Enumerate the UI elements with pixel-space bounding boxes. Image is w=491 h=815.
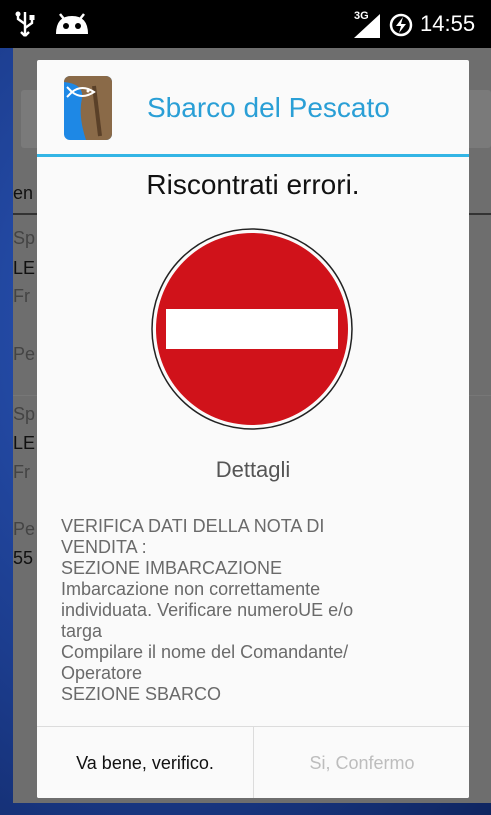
app-logo-icon <box>64 76 112 140</box>
message-line: targa <box>61 621 103 641</box>
status-bar: 3G 14:55 <box>0 0 491 48</box>
clock: 14:55 <box>420 11 476 36</box>
usb-icon <box>15 11 35 37</box>
background-text: Pe <box>13 519 36 539</box>
network-type: 3G <box>354 10 369 22</box>
background-text: Sp <box>13 228 36 248</box>
details-label: Dettagli <box>215 457 291 482</box>
error-dialog: Sbarco del Pescato Riscontrati errori. D… <box>37 60 469 798</box>
message-line: SEZIONE IMBARCAZIONE <box>61 558 283 578</box>
dialog-header: Sbarco del Pescato <box>37 60 469 155</box>
message-line: Operatore <box>61 663 143 683</box>
background-text: Fr <box>13 286 30 306</box>
background-text: Sp <box>13 404 36 424</box>
dialog-button-bar: Va bene, verifico. Si, Confermo <box>37 726 469 798</box>
dialog-body[interactable]: Riscontrati errori. Dettagli VERIFICA DA… <box>37 157 469 727</box>
android-debug-icon <box>56 13 88 34</box>
message-line: VENDITA : <box>61 537 147 557</box>
error-message: VERIFICA DATI DELLA NOTA DI VENDITA : SE… <box>61 516 451 705</box>
background-text: LE <box>13 433 36 453</box>
dialog-app-title: Sbarco del Pescato <box>147 92 390 123</box>
message-line: VERIFICA DATI DELLA NOTA DI <box>61 516 325 536</box>
background-text: Fr <box>13 462 30 482</box>
error-heading: Riscontrati errori. <box>146 169 360 200</box>
no-entry-icon <box>151 228 353 430</box>
battery-charging-icon <box>389 13 413 37</box>
background-text: Pe <box>13 344 36 364</box>
message-line: SEZIONE SBARCO <box>61 684 222 704</box>
ok-verify-button[interactable]: Va bene, verifico. <box>37 727 253 798</box>
background-text: 55 <box>13 548 34 568</box>
message-line: individuata. Verificare numeroUE e/o <box>61 600 354 620</box>
message-line: Imbarcazione non correttamente <box>61 579 321 599</box>
message-line: Compilare il nome del Comandante/ <box>61 642 349 662</box>
confirm-button[interactable]: Si, Confermo <box>254 727 469 798</box>
background-text: LE <box>13 258 36 278</box>
background-text: en <box>13 183 34 203</box>
